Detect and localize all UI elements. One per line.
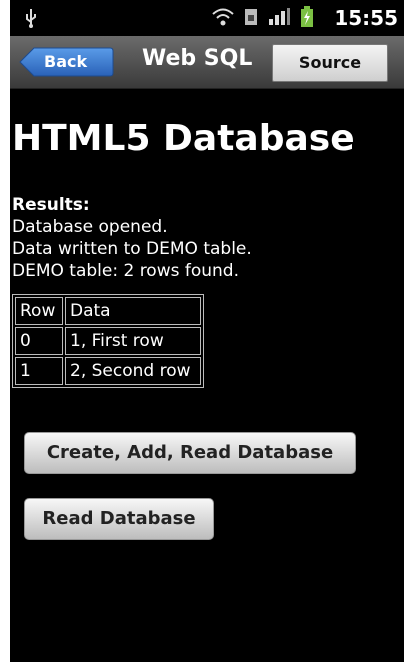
table-cell: 2, Second row [65, 357, 201, 385]
usb-icon [26, 9, 36, 28]
table-cell: 1, First row [65, 327, 201, 355]
battery-charging-icon [301, 6, 313, 27]
app-title: Web SQL [142, 46, 253, 71]
signal-icon [269, 8, 290, 25]
table-cell: 1 [15, 357, 63, 385]
header-row: Row [15, 297, 63, 325]
clock: 15:55 [334, 6, 398, 30]
table-header-row: Row Data [15, 297, 201, 325]
results-panel: Results: Database opened. Data written t… [12, 194, 252, 282]
table-row: 0 1, First row [15, 327, 201, 355]
table-cell: 0 [15, 327, 63, 355]
title-bar: Back Web SQL Source [10, 36, 404, 89]
status-message: Database opened. [12, 217, 168, 237]
results-table: Row Data 0 1, First row 1 2, Second row [12, 294, 204, 388]
back-label: Back [44, 52, 88, 71]
header-data: Data [65, 297, 201, 325]
status-message: DEMO table: 2 rows found. [12, 261, 240, 281]
status-message: Data written to DEMO table. [12, 239, 252, 259]
right-edge [404, 0, 410, 662]
create-add-read-button[interactable]: Create, Add, Read Database [24, 432, 356, 474]
wifi-icon [212, 8, 234, 26]
results-label: Results: [12, 195, 90, 215]
source-button[interactable]: Source [272, 44, 388, 82]
table-row: 1 2, Second row [15, 357, 201, 385]
page-title: HTML5 Database [12, 118, 355, 159]
app-frame: 15:55 Back Web SQL Source HTML5 Database… [0, 0, 410, 662]
sim-icon [245, 9, 257, 25]
left-edge [0, 0, 10, 662]
status-bar: 15:55 [10, 0, 404, 36]
back-button[interactable]: Back [18, 46, 114, 78]
read-database-button[interactable]: Read Database [24, 498, 214, 540]
